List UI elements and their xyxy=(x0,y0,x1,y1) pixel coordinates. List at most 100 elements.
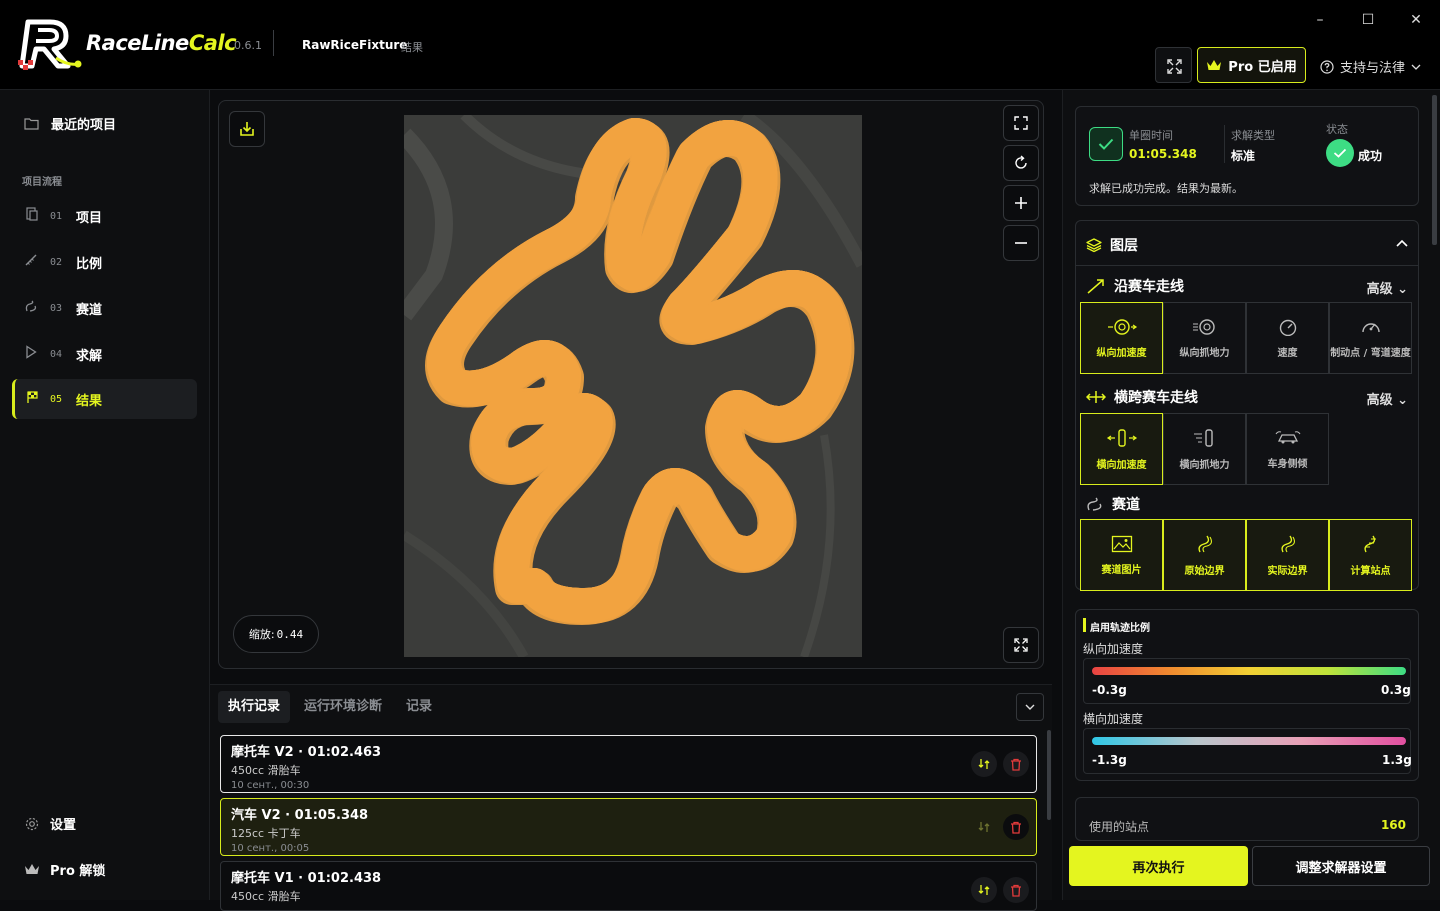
along-advanced-toggle[interactable]: 高级 ⌄ xyxy=(1367,278,1408,297)
track-map-image[interactable] xyxy=(404,115,862,657)
tile-body-roll[interactable]: 车身侧倾 xyxy=(1246,413,1329,485)
tile-label: 计算站点 xyxy=(1350,565,1391,577)
delete-run-button[interactable] xyxy=(1003,814,1029,840)
tile-lateral-grip[interactable]: 横向抓地力 xyxy=(1163,413,1246,485)
runs-scrollbar[interactable] xyxy=(1047,730,1051,820)
play-icon xyxy=(12,345,50,363)
nav-item-project[interactable]: 01 项目 xyxy=(12,196,197,236)
tile-label: 车身侧倾 xyxy=(1267,458,1308,470)
nav-number: 02 xyxy=(50,256,63,268)
track-layer-tiles: 赛道图片 原始边界 实际边界 计算站点 xyxy=(1080,519,1412,591)
track-map-canvas xyxy=(404,115,862,657)
crown-icon xyxy=(1207,59,1222,70)
layers-header[interactable]: 图层 xyxy=(1086,235,1138,255)
lateral-min: -1.3g xyxy=(1092,753,1127,767)
stations-curve-icon xyxy=(1363,535,1376,552)
stations-label: 使用的站点 xyxy=(1089,820,1150,834)
car-roll-icon xyxy=(1275,430,1300,443)
tile-label: 横向加速度 xyxy=(1096,459,1147,471)
run-item-selected[interactable]: 汽车 V2 · 01:05.348 125cc 卡丁车 10 сент., 00… xyxy=(220,798,1037,856)
tile-label: 纵向加速度 xyxy=(1096,347,1147,359)
success-check-icon xyxy=(1089,127,1123,161)
tile-computed-stations[interactable]: 计算站点 xyxy=(1329,519,1412,591)
expand-viewer-button[interactable] xyxy=(1003,627,1039,663)
image-icon xyxy=(1111,535,1132,552)
nav-item-results[interactable]: 05 结果 xyxy=(12,379,197,419)
tile-label: 纵向抓地力 xyxy=(1179,347,1230,359)
solve-type-value: 标准 xyxy=(1231,149,1256,163)
run-title: 摩托车 V2 · 01:02.463 xyxy=(231,745,382,760)
run-date: 10 сент., 00:05 xyxy=(231,843,310,854)
fullscreen-button[interactable] xyxy=(1155,47,1192,83)
document-icon xyxy=(12,207,50,225)
run-again-button[interactable]: 再次执行 xyxy=(1069,846,1248,886)
tile-raw-boundary[interactable]: 原始边界 xyxy=(1163,519,1246,591)
title-bar: RaceLineCalc 0.6.1 RawRiceFixture 结果 – ☐… xyxy=(0,0,1440,90)
tile-label: 速度 xyxy=(1277,347,1298,359)
pro-unlock-label: Pro 解锁 xyxy=(50,864,106,879)
nav-number: 05 xyxy=(50,393,63,405)
plus-icon xyxy=(1015,197,1027,209)
compare-run-button[interactable] xyxy=(971,751,997,777)
tile-brake-points[interactable]: 制动点 / 弯道速度 xyxy=(1329,302,1412,374)
recent-projects-link[interactable]: 最近的项目 xyxy=(24,114,116,133)
delete-run-button[interactable] xyxy=(1003,751,1029,777)
recent-projects-label: 最近的项目 xyxy=(51,118,117,133)
reset-view-button[interactable] xyxy=(1003,145,1039,181)
results-scrollbar[interactable] xyxy=(1432,95,1437,245)
tab-log[interactable]: 记录 xyxy=(396,691,442,723)
speedometer-icon xyxy=(1279,319,1296,336)
pro-unlock-link[interactable]: Pro 解锁 xyxy=(24,860,105,879)
settings-link[interactable]: 设置 xyxy=(24,814,76,833)
minimize-button[interactable]: – xyxy=(1310,10,1330,30)
run-item[interactable]: 摩托车 V2 · 01:02.463 450cc 滑胎车 10 сент., 0… xyxy=(220,735,1037,793)
fit-view-button[interactable] xyxy=(1003,105,1039,141)
zoom-in-button[interactable] xyxy=(1003,185,1039,221)
track-icon xyxy=(12,299,50,317)
adjust-solver-button[interactable]: 调整求解器设置 xyxy=(1252,846,1430,886)
nav-item-track[interactable]: 03 赛道 xyxy=(12,288,197,328)
across-advanced-toggle[interactable]: 高级 ⌄ xyxy=(1367,389,1408,408)
zoom-out-button[interactable] xyxy=(1003,225,1039,261)
chevron-up-icon[interactable] xyxy=(1396,239,1408,247)
trajectory-scale-card: 启用轨迹比例 纵向加速度 -0.3g 0.3g 横向加速度 -1.3g 1.3g xyxy=(1075,609,1419,781)
solve-summary-card: 单圈时间 01:05.348 求解类型 标准 状态 成功 求解已成功完成。结果为… xyxy=(1075,106,1419,206)
run-vehicle: 450cc 滑胎车 xyxy=(231,764,301,777)
status-success-icon xyxy=(1326,139,1354,167)
folder-icon xyxy=(24,118,39,130)
tab-run-history[interactable]: 执行记录 xyxy=(218,691,291,723)
tile-track-image[interactable]: 赛道图片 xyxy=(1080,519,1163,591)
app-version: 0.6.1 xyxy=(234,39,262,52)
nav-item-solve[interactable]: 04 求解 xyxy=(12,334,197,374)
status-value: 成功 xyxy=(1358,149,1383,163)
stat-divider xyxy=(1224,125,1225,163)
tile-actual-boundary[interactable]: 实际边界 xyxy=(1246,519,1329,591)
gear-icon xyxy=(25,817,39,830)
track-layers-title: 赛道 xyxy=(1112,497,1140,513)
delete-run-button[interactable] xyxy=(1003,877,1029,903)
run-item[interactable]: 摩托车 V1 · 01:02.438 450cc 滑胎车 xyxy=(220,861,1037,911)
support-menu[interactable]: 支持与法律 xyxy=(1320,57,1421,76)
lateral-gradient-bar xyxy=(1092,737,1406,745)
tile-longitudinal-accel[interactable]: 纵向加速度 xyxy=(1080,302,1163,374)
compare-run-button[interactable] xyxy=(971,814,997,840)
curve-icon xyxy=(1197,535,1212,552)
tile-lateral-accel[interactable]: 横向加速度 xyxy=(1080,413,1163,485)
collapse-panel-button[interactable] xyxy=(1016,693,1044,721)
tile-speed[interactable]: 速度 xyxy=(1246,302,1329,374)
scale-title: 启用轨迹比例 xyxy=(1090,623,1150,634)
longitudinal-min: -0.3g xyxy=(1092,683,1127,697)
tab-diagnostics[interactable]: 运行环境诊断 xyxy=(294,691,392,723)
compare-run-button[interactable] xyxy=(971,877,997,903)
maximize-button[interactable]: ☐ xyxy=(1358,10,1378,30)
tile-longitudinal-grip[interactable]: 纵向抓地力 xyxy=(1163,302,1246,374)
project-name: RawRiceFixture xyxy=(302,38,408,52)
export-button[interactable] xyxy=(229,111,265,147)
pro-enabled-button[interactable]: Pro 已启用 xyxy=(1197,47,1306,83)
along-line-title: 沿赛车走线 xyxy=(1114,279,1184,295)
longitudinal-scale-label: 纵向加速度 xyxy=(1083,642,1144,656)
checkered-flag-icon xyxy=(15,390,50,408)
nav-item-scale[interactable]: 02 比例 xyxy=(12,242,197,282)
runs-panel: 执行记录 运行环境诊断 记录 摩托车 V2 · 01:02.463 450cc … xyxy=(210,684,1052,911)
close-window-button[interactable]: ✕ xyxy=(1406,10,1426,30)
